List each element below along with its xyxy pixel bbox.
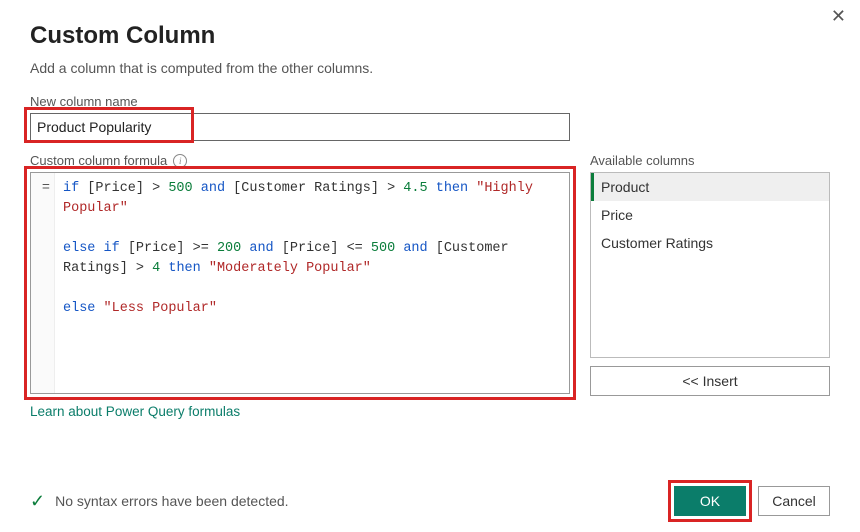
- close-icon[interactable]: ✕: [831, 6, 846, 27]
- learn-link[interactable]: Learn about Power Query formulas: [30, 404, 240, 419]
- insert-button[interactable]: << Insert: [590, 366, 830, 396]
- status-text: No syntax errors have been detected.: [55, 493, 288, 509]
- formula-gutter: =: [31, 173, 55, 393]
- formula-editor[interactable]: = if [Price] > 500 and [Customer Ratings…: [30, 172, 570, 394]
- available-columns-label: Available columns: [590, 153, 830, 168]
- available-column-item[interactable]: Customer Ratings: [591, 229, 829, 257]
- cancel-button[interactable]: Cancel: [758, 486, 830, 516]
- formula-code[interactable]: if [Price] > 500 and [Customer Ratings] …: [55, 173, 569, 393]
- dialog-subtitle: Add a column that is computed from the o…: [30, 60, 830, 76]
- ok-button[interactable]: OK: [674, 486, 746, 516]
- available-columns-list[interactable]: ProductPriceCustomer Ratings: [590, 172, 830, 358]
- check-icon: ✓: [30, 491, 45, 512]
- custom-column-dialog: ✕ Custom Column Add a column that is com…: [0, 0, 860, 532]
- dialog-title: Custom Column: [30, 22, 830, 50]
- available-column-item[interactable]: Price: [591, 201, 829, 229]
- info-icon[interactable]: i: [173, 154, 187, 168]
- column-name-input[interactable]: [30, 113, 570, 141]
- formula-label: Custom column formula: [30, 153, 167, 168]
- available-column-item[interactable]: Product: [591, 173, 829, 201]
- column-name-label: New column name: [30, 94, 830, 109]
- status-row: ✓ No syntax errors have been detected.: [30, 491, 289, 512]
